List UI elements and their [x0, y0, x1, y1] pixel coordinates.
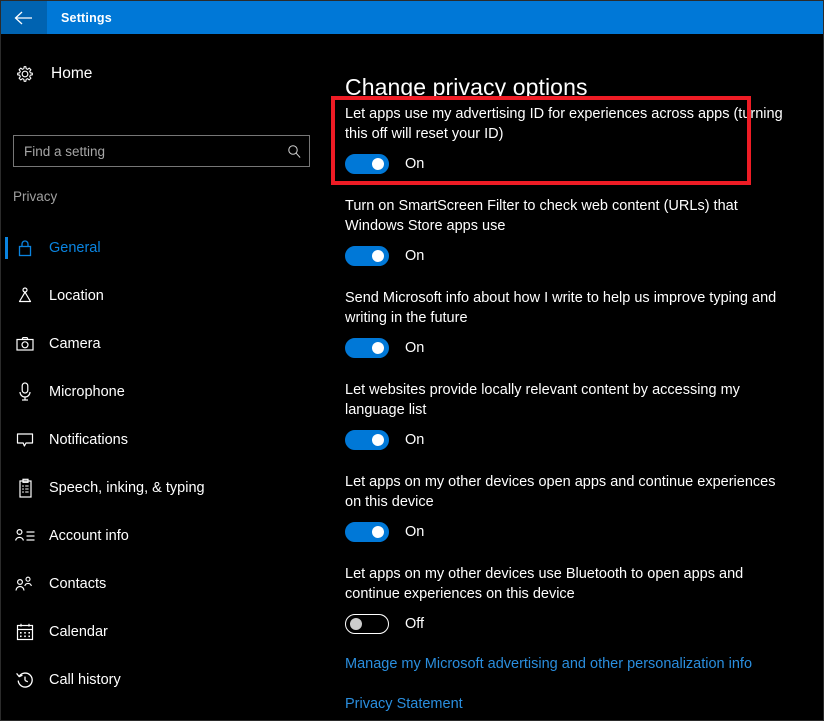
sidebar-item-label: Microphone — [49, 384, 125, 400]
setting-label: Let apps use my advertising ID for exper… — [345, 106, 783, 142]
setting-typing-info: Send Microsoft info about how I write to… — [331, 288, 823, 358]
location-pin-icon — [1, 286, 49, 306]
toggle-row: On — [345, 430, 823, 450]
sidebar-item-account-info[interactable]: Account info — [1, 512, 331, 560]
sidebar-item-contacts[interactable]: Contacts — [1, 560, 331, 608]
link-manage-advertising-info[interactable]: Manage my Microsoft advertising and othe… — [331, 656, 823, 672]
search-input[interactable] — [14, 136, 279, 166]
main-content: Change privacy options Let apps use my a… — [331, 34, 823, 720]
sidebar-item-microphone[interactable]: Microphone — [1, 368, 331, 416]
sidebar-item-call-history[interactable]: Call history — [1, 656, 331, 704]
selection-accent-bar — [5, 429, 8, 451]
setting-label: Let apps on my other devices open apps a… — [345, 474, 776, 510]
toggle-knob — [372, 434, 384, 446]
sidebar-item-label: Speech, inking, & typing — [49, 480, 205, 496]
toggle-row: On — [345, 154, 823, 174]
toggle-knob — [372, 526, 384, 538]
toggle-switch[interactable] — [345, 338, 389, 358]
calendar-icon — [1, 622, 49, 642]
toggle-state-label: On — [405, 248, 425, 264]
toggle-row: On — [345, 246, 823, 266]
setting-label: Let apps on my other devices use Bluetoo… — [345, 566, 744, 602]
sidebar-item-general[interactable]: General — [1, 224, 331, 272]
selection-accent-bar — [5, 669, 8, 691]
setting-continue-experiences: Let apps on my other devices open apps a… — [331, 472, 823, 542]
clipboard-icon — [1, 478, 49, 499]
selection-accent-bar — [5, 285, 8, 307]
sidebar-item-location[interactable]: Location — [1, 272, 331, 320]
sidebar-item-label: Notifications — [49, 432, 128, 448]
toggle-knob — [372, 342, 384, 354]
microphone-icon — [1, 381, 49, 403]
toggle-switch[interactable] — [345, 430, 389, 450]
toggle-state-label: On — [405, 156, 425, 172]
toggle-knob — [372, 250, 384, 262]
lock-icon — [1, 238, 49, 258]
sidebar-item-home[interactable]: Home — [1, 56, 331, 92]
search-icon[interactable] — [279, 144, 309, 159]
page-title: Change privacy options — [345, 74, 588, 101]
toggle-state-label: On — [405, 524, 425, 540]
toggle-switch[interactable] — [345, 522, 389, 542]
sidebar-item-email[interactable]: Email — [1, 704, 331, 720]
toggle-state-label: On — [405, 340, 425, 356]
search-box[interactable] — [13, 135, 310, 167]
selection-accent-bar — [5, 573, 8, 595]
sidebar-item-label: Calendar — [49, 624, 108, 640]
sidebar: Home Privacy General — [1, 34, 331, 720]
toggle-row: Off — [345, 614, 823, 634]
sidebar-item-label: Call history — [49, 672, 121, 688]
sidebar-item-camera[interactable]: Camera — [1, 320, 331, 368]
setting-label: Send Microsoft info about how I write to… — [345, 290, 777, 326]
toggle-knob — [372, 158, 384, 170]
setting-language-list: Let websites provide locally relevant co… — [331, 380, 823, 450]
selection-accent-bar — [5, 717, 8, 720]
call-history-icon — [1, 670, 49, 690]
toggle-row: On — [345, 522, 823, 542]
selection-accent-bar — [5, 333, 8, 355]
back-arrow-icon — [14, 11, 34, 25]
sidebar-item-label: Account info — [49, 528, 129, 544]
link-privacy-statement[interactable]: Privacy Statement — [331, 696, 823, 712]
sidebar-item-speech-inking-typing[interactable]: Speech, inking, & typing — [1, 464, 331, 512]
toggle-knob — [350, 618, 362, 630]
setting-label: Let websites provide locally relevant co… — [345, 382, 740, 418]
toggle-state-label: On — [405, 432, 425, 448]
selection-accent-bar — [5, 237, 8, 259]
toggle-switch[interactable] — [345, 246, 389, 266]
toggle-switch[interactable] — [345, 154, 389, 174]
selection-accent-bar — [5, 381, 8, 403]
selection-accent-bar — [5, 525, 8, 547]
toggle-switch[interactable] — [345, 614, 389, 634]
camera-icon — [1, 335, 49, 353]
setting-label: Turn on SmartScreen Filter to check web … — [345, 198, 738, 234]
selection-accent-bar — [5, 477, 8, 499]
toggle-row: On — [345, 338, 823, 358]
sidebar-item-label: Location — [49, 288, 104, 304]
setting-advertising-id: Let apps use my advertising ID for exper… — [331, 104, 823, 174]
setting-bluetooth-experiences: Let apps on my other devices use Bluetoo… — [331, 564, 823, 634]
back-button[interactable] — [1, 1, 47, 34]
contacts-icon — [1, 575, 49, 593]
sidebar-item-label: Contacts — [49, 576, 107, 592]
sidebar-section-label: Privacy — [13, 189, 58, 204]
sidebar-home-label: Home — [51, 65, 93, 82]
sidebar-item-label: Camera — [49, 336, 101, 352]
title-bar: Settings — [1, 1, 823, 34]
speech-bubble-icon — [1, 431, 49, 449]
account-info-icon — [1, 527, 49, 545]
gear-icon — [1, 64, 49, 84]
sidebar-nav-list: General Location Camera Microphone Notif… — [1, 224, 331, 720]
toggle-state-label: Off — [405, 616, 425, 632]
selection-accent-bar — [5, 621, 8, 643]
window-title: Settings — [61, 10, 112, 25]
settings-window: Settings Home Privacy — [0, 0, 824, 721]
sidebar-item-notifications[interactable]: Notifications — [1, 416, 331, 464]
settings-list: Let apps use my advertising ID for exper… — [331, 104, 823, 712]
sidebar-item-label: General — [49, 240, 101, 256]
sidebar-item-calendar[interactable]: Calendar — [1, 608, 331, 656]
setting-smartscreen-filter: Turn on SmartScreen Filter to check web … — [331, 196, 823, 266]
